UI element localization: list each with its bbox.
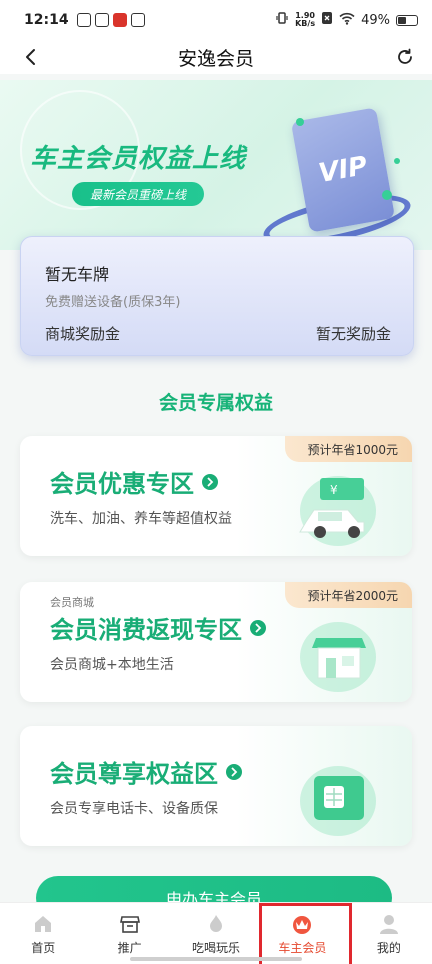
banner-subtitle: 最新会员重磅上线 [72,182,205,206]
chevron-right-icon [226,763,242,780]
sim-card-icon [296,762,382,838]
benefit-category: 会员商城 [50,596,94,609]
benefit-title-text: 会员消费返现专区 [50,616,242,644]
net-speed: 1.90 KB/s [295,12,315,28]
header: 安逸会员 [0,40,432,74]
mall-reward-label: 商城奖励金 [45,325,121,343]
benefit-title: 会员尊享权益区 [50,754,242,789]
benefit-title-text: 会员尊享权益区 [50,760,218,788]
plate-subtitle: 免费赠送设备(质保3年) [45,295,181,310]
sim-icon [321,11,333,29]
section-title: 会员专属权益 [158,392,273,414]
app-notification-icon [76,13,91,27]
car-wash-icon: ¥ [296,472,382,548]
tab-entertainment[interactable]: 吃喝玩乐 [173,903,259,964]
benefit-desc: 会员商城+本地生活 [50,657,174,673]
chevron-left-icon [26,49,35,65]
benefit-card-exclusive[interactable]: 会员尊享权益区 会员专享电话卡、设备质保 [20,726,412,846]
tab-label: 推广 [117,941,142,955]
savings-tag: 预计年省1000元 [285,436,412,462]
decor-dot [382,190,392,200]
benefit-title: 会员优惠专区 [50,464,218,499]
flame-icon [205,913,227,935]
vibrate-icon [275,11,289,29]
tab-label: 吃喝玩乐 [192,941,241,955]
battery-text: 49% [361,12,390,28]
savings-tag: 预计年省2000元 [285,582,412,608]
tab-promote[interactable]: 推广 [86,903,172,964]
decor-dot [296,118,304,126]
benefit-title-text: 会员优惠专区 [50,470,194,498]
tab-label: 我的 [376,941,401,955]
vip-text: VIP [316,150,370,190]
tab-car-member[interactable]: 车主会员 [259,903,353,964]
tab-me[interactable]: 我的 [346,903,432,964]
notification-icons [76,13,145,27]
wifi-icon [339,12,355,29]
status-right: 1.90 KB/s 49% [275,11,418,29]
promo-banner[interactable]: 车主会员权益上线 最新会员重磅上线 VIP [0,80,432,250]
page-title: 安逸会员 [177,47,254,70]
battery-icon [396,14,418,26]
tab-bar: 首页 推广 吃喝玩乐 车主会员 我的 [0,902,432,964]
home-icon [32,913,54,935]
chevron-right-icon [202,473,218,490]
refresh-button[interactable] [390,42,420,72]
status-bar: 12:14 1.90 KB/s 49% [0,0,432,40]
refresh-icon [398,48,412,64]
home-indicator [130,957,302,961]
tab-label: 首页 [31,941,56,955]
net-speed-unit: KB/s [295,19,316,28]
benefit-title: 会员消费返现专区 [50,610,266,645]
svg-text:¥: ¥ [330,483,338,497]
benefit-desc: 洗车、加油、养车等超值权益 [50,511,232,527]
benefit-card-discount[interactable]: 预计年省1000元 会员优惠专区 洗车、加油、养车等超值权益 ¥ [20,436,412,556]
app-notification-icon [112,13,127,27]
chevron-right-icon [250,619,266,636]
store-icon [296,618,382,694]
crown-icon [291,913,313,935]
plate-title: 暂无车牌 [45,265,110,284]
reward-status: 暂无奖励金 [315,325,391,343]
decor-dot [394,158,400,164]
benefit-card-cashback[interactable]: 会员商城 预计年省2000元 会员消费返现专区 会员商城+本地生活 [20,582,412,702]
tiktok-icon [130,13,145,27]
benefit-desc: 会员专享电话卡、设备质保 [50,801,218,817]
vip-card-image: VIP [290,107,396,233]
app-notification-icon [94,13,109,27]
banner-title: 车主会员权益上线 [30,144,247,174]
tab-label: 车主会员 [278,941,327,955]
user-icon [378,913,400,935]
status-time: 12:14 [24,12,69,28]
back-button[interactable] [16,42,46,72]
tab-home[interactable]: 首页 [0,903,86,964]
store-icon [119,913,141,935]
plate-card[interactable]: 暂无车牌 免费赠送设备(质保3年) 商城奖励金 暂无奖励金 [20,236,414,356]
